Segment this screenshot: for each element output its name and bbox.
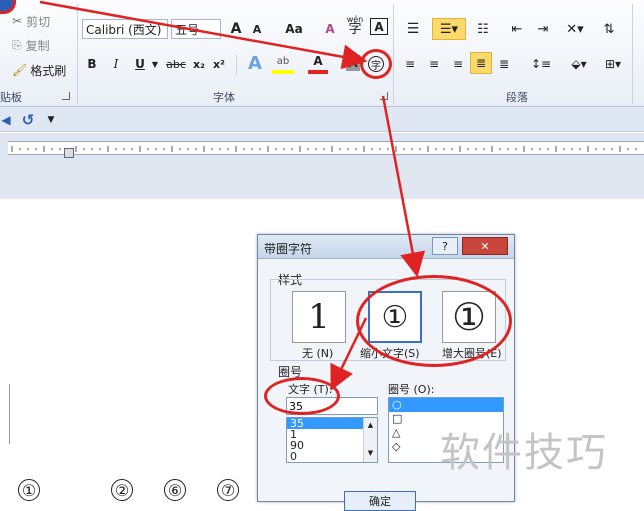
arrow-to-text-input	[330, 317, 368, 391]
watermark-text: 软件技巧	[440, 430, 608, 476]
arrow-to-enclose-button	[39, 0, 368, 70]
arrow-to-dialog-styles	[381, 95, 426, 278]
